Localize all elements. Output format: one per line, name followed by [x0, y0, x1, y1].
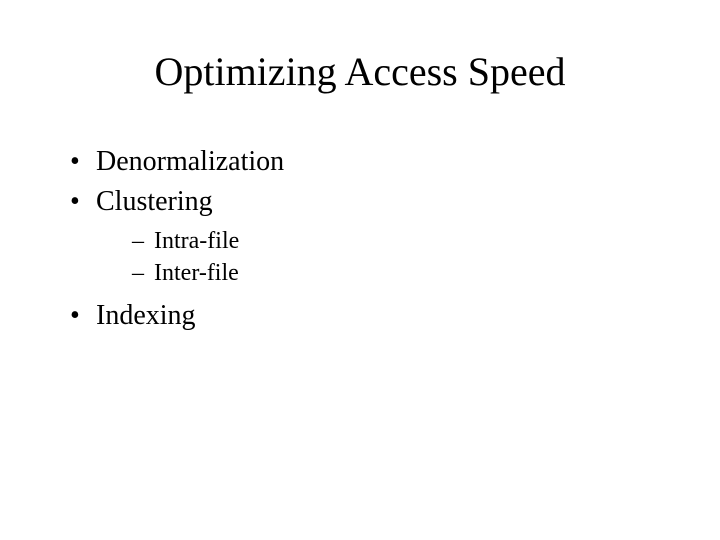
sub-bullet-inter-file: Inter-file — [132, 257, 660, 289]
sub-bullet-intra-file: Intra-file — [132, 225, 660, 257]
main-bullet-list: Denormalization Clustering Intra-file In… — [60, 143, 660, 335]
bullet-text: Clustering — [96, 186, 213, 217]
sub-bullet-text: Inter-file — [154, 260, 239, 286]
slide-container: Optimizing Access Speed Denormalization … — [0, 0, 720, 540]
bullet-clustering: Clustering Intra-file Inter-file — [68, 183, 660, 290]
sub-bullet-list: Intra-file Inter-file — [96, 225, 660, 290]
bullet-text: Indexing — [96, 300, 196, 331]
slide-title: Optimizing Access Speed — [60, 48, 660, 95]
sub-bullet-text: Intra-file — [154, 228, 239, 254]
bullet-denormalization: Denormalization — [68, 143, 660, 181]
bullet-indexing: Indexing — [68, 297, 660, 335]
bullet-text: Denormalization — [96, 146, 284, 177]
